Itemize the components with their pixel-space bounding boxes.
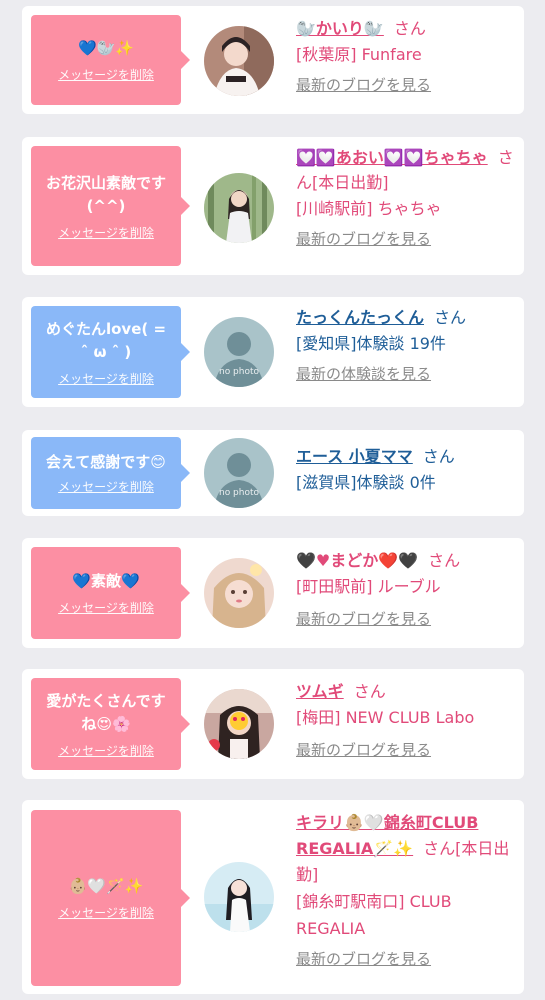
honorific: さん [423, 839, 456, 858]
avatar[interactable]: no photo [204, 317, 274, 387]
name-line: キラリ👶🏼🤍錦糸町CLUB REGALIA🪄✨ さん[本日出勤] [296, 810, 516, 888]
name-line: たっくんたっくん さん [296, 305, 516, 330]
delete-message-link[interactable]: メッセージを削除 [58, 224, 154, 241]
card-info: キラリ👶🏼🤍錦糸町CLUB REGALIA🪄✨ さん[本日出勤] [錦糸町駅南口]… [296, 810, 516, 969]
review-count-text: [愛知県]体験談 19件 [296, 334, 446, 353]
card-info: たっくんたっくん さん [愛知県]体験談 19件 最新の体験談を見る [296, 305, 516, 384]
avatar[interactable] [204, 689, 274, 759]
card-info: 🦭かいり🦭 さん [秋葉原] Funfare 最新のブログを見る [296, 16, 516, 95]
avatar[interactable] [204, 173, 274, 243]
delete-message-link[interactable]: メッセージを削除 [58, 599, 154, 616]
name-line: 🖤♥まどか❤️🖤 さん [296, 548, 516, 573]
message-text: めぐたんlove( = ˆ ω ˆ ) [45, 319, 167, 361]
avatar-photo [204, 689, 274, 759]
delete-message-link[interactable]: メッセージを削除 [58, 66, 154, 83]
avatar-photo [204, 558, 274, 628]
name-line: 💟💟あおい💟💟ちゃちゃ さん[本日出勤] [296, 145, 516, 195]
message-card: めぐたんlove( = ˆ ω ˆ ) メッセージを削除 no photo たっ… [22, 297, 524, 407]
message-text: 愛がたくさんですね😍🌸 [46, 691, 166, 733]
avatar[interactable]: no photo [204, 438, 274, 508]
latest-blog-link[interactable]: 最新のブログを見る [296, 948, 431, 969]
name-line: エース 小夏ママ さん [296, 444, 516, 469]
cast-name-link[interactable]: 🖤♥まどか❤️🖤 [296, 551, 418, 570]
no-photo-text: no photo [219, 488, 260, 498]
avatar-photo [204, 173, 274, 243]
shop-text: [錦糸町駅南口] CLUB REGALIA [296, 892, 452, 938]
message-bubble: お花沢山素敵です(^^) メッセージを削除 [31, 146, 190, 266]
message-card: 愛がたくさんですね😍🌸 メッセージを削除 ツムギ さん [梅田] NEW CLUB… [22, 669, 524, 779]
name-line: 🦭かいり🦭 さん [296, 16, 516, 41]
message-bubble: 💙素敵💙 メッセージを削除 [31, 547, 190, 639]
message-bubble: 💙🦭✨ メッセージを削除 [31, 15, 190, 105]
delete-message-link[interactable]: メッセージを削除 [58, 742, 154, 759]
shop-text: [梅田] NEW CLUB Labo [296, 708, 475, 727]
avatar[interactable] [204, 26, 274, 96]
honorific: さん [353, 682, 386, 701]
message-text: 💙素敵💙 [72, 572, 140, 590]
honorific: さん [393, 19, 426, 38]
honorific: さん [434, 308, 467, 327]
no-photo-text: no photo [219, 367, 260, 377]
message-text: お花沢山素敵です(^^) [45, 173, 166, 215]
avatar[interactable] [204, 862, 274, 932]
message-bubble: 愛がたくさんですね😍🌸 メッセージを削除 [31, 678, 190, 770]
message-bubble: めぐたんlove( = ˆ ω ˆ ) メッセージを削除 [31, 306, 190, 398]
message-bubble: 👶🏼🤍🪄✨ メッセージを削除 [31, 810, 190, 986]
message-card: 会えて感謝です😊 メッセージを削除 no photo エース 小夏ママ さん [滋… [22, 430, 524, 516]
message-text: 会えて感謝です😊 [46, 453, 166, 471]
message-card: 👶🏼🤍🪄✨ メッセージを削除 キラリ👶🏼🤍錦糸町CLUB REGALIA🪄✨ さん… [22, 800, 524, 994]
delete-message-link[interactable]: メッセージを削除 [58, 904, 154, 921]
message-text: 💙🦭✨ [77, 39, 135, 57]
user-name-link[interactable]: エース 小夏ママ [296, 447, 413, 466]
avatar-photo [204, 26, 274, 96]
card-info: 💟💟あおい💟💟ちゃちゃ さん[本日出勤] [川崎駅前] ちゃちゃ 最新のブログを見… [296, 145, 516, 249]
honorific: さん [422, 447, 455, 466]
delete-message-link[interactable]: メッセージを削除 [58, 478, 154, 495]
no-photo-placeholder: no photo [204, 438, 274, 508]
latest-blog-link[interactable]: 最新のブログを見る [296, 608, 431, 629]
honorific: さん [428, 551, 461, 570]
status-badge: [本日出勤] [312, 173, 389, 192]
delete-message-link[interactable]: メッセージを削除 [58, 370, 154, 387]
cast-name-link[interactable]: 💟💟あおい💟💟ちゃちゃ [296, 148, 488, 167]
no-photo-placeholder: no photo [204, 317, 274, 387]
review-count-text: [滋賀県]体験談 0件 [296, 473, 436, 492]
latest-blog-link[interactable]: 最新のブログを見る [296, 739, 431, 760]
card-info: エース 小夏ママ さん [滋賀県]体験談 0件 [296, 444, 516, 496]
message-card: お花沢山素敵です(^^) メッセージを削除 💟💟あおい💟💟ちゃちゃ さん[本日出勤… [22, 137, 524, 275]
message-text: 👶🏼🤍🪄✨ [68, 877, 144, 895]
message-card: 💙素敵💙 メッセージを削除 🖤♥まどか❤️🖤 さん [町田駅前] ルーブル 最新の… [22, 538, 524, 648]
cast-name-link[interactable]: 🦭かいり🦭 [296, 19, 384, 38]
name-line: ツムギ さん [296, 679, 516, 704]
cast-name-link[interactable]: ツムギ [296, 682, 344, 701]
card-info: 🖤♥まどか❤️🖤 さん [町田駅前] ルーブル 最新のブログを見る [296, 548, 516, 629]
avatar[interactable] [204, 558, 274, 628]
latest-blog-link[interactable]: 最新のブログを見る [296, 228, 431, 249]
shop-text: [町田駅前] ルーブル [296, 577, 441, 596]
latest-review-link[interactable]: 最新の体験談を見る [296, 363, 431, 384]
shop-text: [秋葉原] Funfare [296, 45, 422, 64]
avatar-photo [204, 862, 274, 932]
message-card: 💙🦭✨ メッセージを削除 🦭かいり🦭 さん [秋葉原] Funfare 最新のブロ… [22, 6, 524, 114]
user-name-link[interactable]: たっくんたっくん [296, 308, 424, 327]
message-bubble: 会えて感謝です😊 メッセージを削除 [31, 437, 190, 509]
shop-text: [川崎駅前] ちゃちゃ [296, 199, 442, 218]
card-info: ツムギ さん [梅田] NEW CLUB Labo 最新のブログを見る [296, 679, 516, 760]
latest-blog-link[interactable]: 最新のブログを見る [296, 74, 431, 95]
